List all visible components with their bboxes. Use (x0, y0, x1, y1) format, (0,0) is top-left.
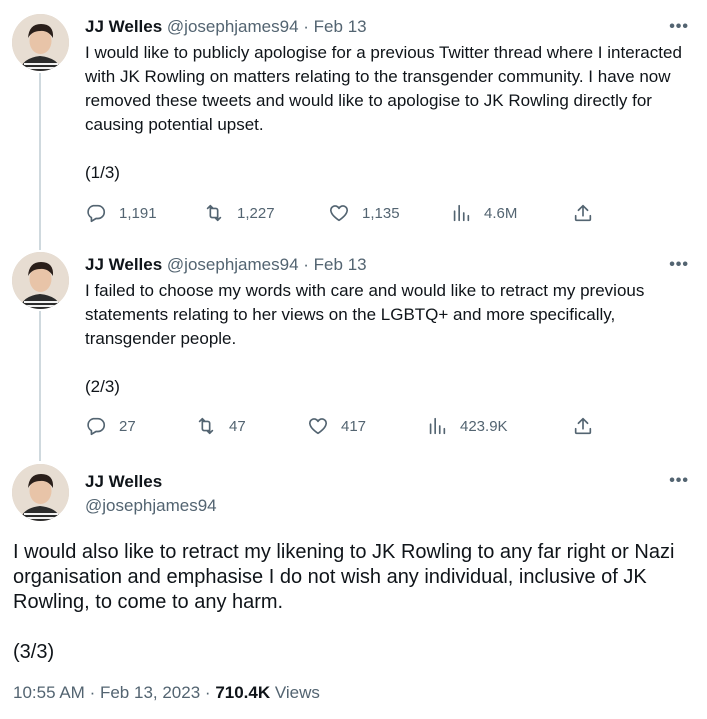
like-button[interactable]: 417 (307, 414, 366, 438)
retweet-icon (206, 204, 222, 222)
reply-icon (87, 204, 106, 223)
avatar[interactable] (12, 14, 69, 71)
like-button[interactable]: 1,135 (328, 201, 400, 225)
more-options-button[interactable]: ••• (669, 256, 689, 274)
reply-icon (87, 417, 106, 436)
share-icon (574, 204, 592, 222)
views-total: 710.4K (215, 683, 271, 702)
separator: · (204, 683, 211, 702)
author-handle[interactable]: @josephjames94 (167, 17, 299, 36)
tweet-date[interactable]: Feb 13 (314, 17, 367, 36)
more-options-button[interactable]: ••• (669, 472, 689, 490)
share-icon (574, 417, 592, 435)
tweet-full-date[interactable]: Feb 13, 2023 (100, 683, 200, 702)
share-button[interactable] (572, 201, 594, 225)
author-handle[interactable]: @josephjames94 (85, 496, 217, 516)
retweet-count: 47 (229, 417, 246, 435)
views-icon (453, 204, 470, 222)
author-handle[interactable]: @josephjames94 (167, 255, 299, 274)
tweet-actions: 27 47 417 423.9K (85, 414, 605, 438)
tweet-actions: 1,191 1,227 1,135 4.6M (85, 201, 605, 225)
retweet-button[interactable]: 47 (195, 414, 246, 438)
more-options-button[interactable]: ••• (669, 18, 689, 36)
thread-counter: (3/3) (13, 641, 55, 663)
separator: · (303, 255, 309, 274)
separator: · (303, 17, 309, 36)
heart-icon (329, 205, 349, 222)
reply-count: 27 (119, 417, 136, 435)
tweet-text: I would like to publicly apologise for a… (85, 41, 685, 185)
retweet-button[interactable]: 1,227 (203, 201, 275, 225)
views-count: 4.6M (484, 204, 518, 222)
separator: · (89, 683, 96, 702)
reply-button[interactable]: 27 (85, 414, 136, 438)
like-count: 1,135 (362, 204, 400, 222)
reply-count: 1,191 (119, 204, 157, 222)
tweet-text: I would also like to retract my likening… (13, 540, 693, 665)
views-icon (429, 417, 446, 435)
views-button[interactable]: 423.9K (426, 414, 508, 438)
views-label: Views (274, 683, 320, 702)
tweet-3[interactable]: JJ Welles @josephjames94 ••• I would als… (0, 462, 707, 719)
tweet-date[interactable]: Feb 13 (314, 255, 367, 274)
heart-icon (308, 418, 328, 435)
retweet-icon (198, 417, 214, 435)
author-name[interactable]: JJ Welles (85, 472, 162, 491)
tweet-text: I failed to choose my words with care an… (85, 279, 685, 399)
reply-button[interactable]: 1,191 (85, 201, 157, 225)
tweet-metadata: 10:55 AM · Feb 13, 2023 · 710.4K Views (13, 683, 320, 703)
retweet-count: 1,227 (237, 204, 275, 222)
views-count: 423.9K (460, 417, 508, 435)
tweet-body: I would also like to retract my likening… (13, 541, 675, 613)
avatar[interactable] (12, 252, 69, 309)
share-button[interactable] (572, 414, 594, 438)
tweet-header: JJ Welles (85, 471, 162, 493)
tweet-2[interactable]: JJ Welles @josephjames94 · Feb 13 ••• I … (0, 240, 707, 462)
tweet-header: JJ Welles @josephjames94 · Feb 13 (85, 16, 367, 38)
author-name[interactable]: JJ Welles (85, 255, 162, 274)
tweet-body: I would like to publicly apologise for a… (85, 43, 682, 134)
avatar[interactable] (12, 464, 69, 521)
tweet-header: JJ Welles @josephjames94 · Feb 13 (85, 254, 367, 276)
thread-counter: (1/3) (85, 163, 120, 182)
tweet-1[interactable]: JJ Welles @josephjames94 · Feb 13 ••• I … (0, 0, 707, 240)
author-name[interactable]: JJ Welles (85, 17, 162, 36)
tweet-time[interactable]: 10:55 AM (13, 683, 85, 702)
views-button[interactable]: 4.6M (450, 201, 517, 225)
thread-counter: (2/3) (85, 377, 120, 396)
like-count: 417 (341, 417, 367, 435)
tweet-body: I failed to choose my words with care an… (85, 281, 645, 348)
